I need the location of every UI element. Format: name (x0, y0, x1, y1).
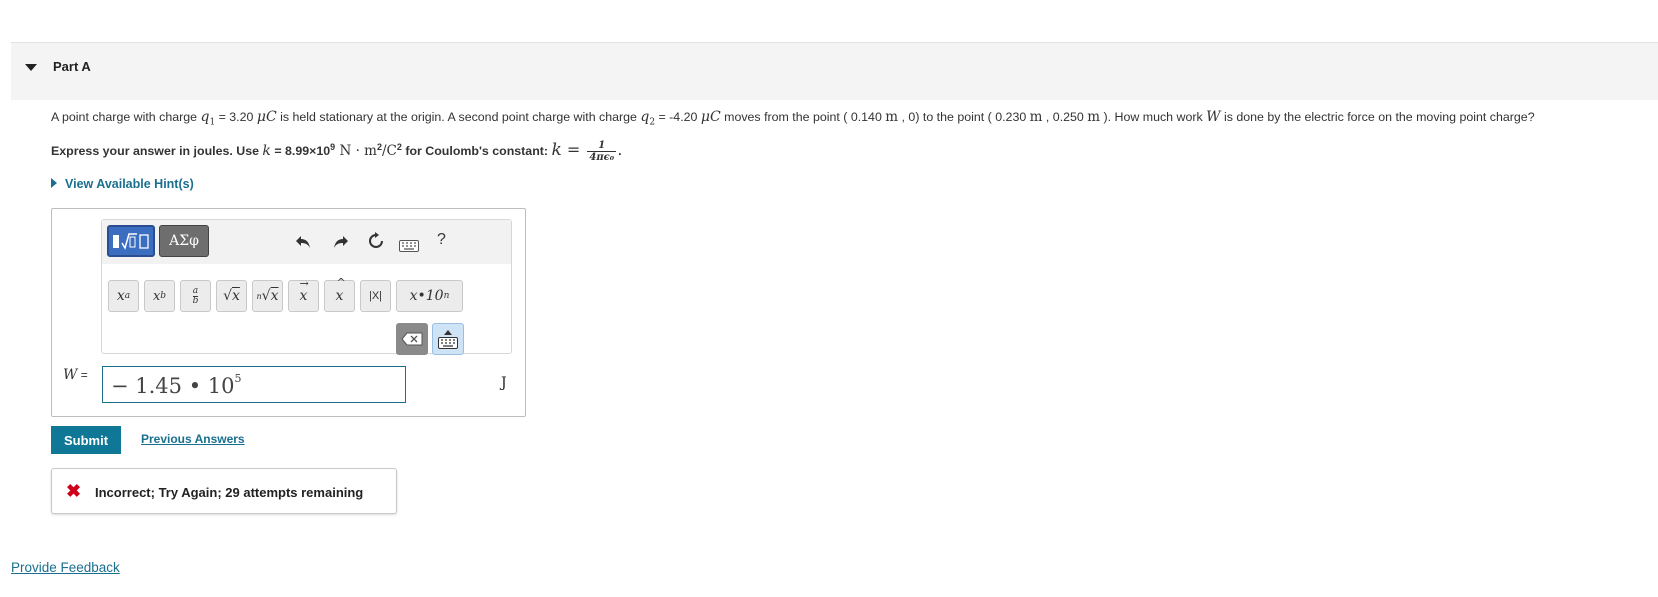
absolute-value-button[interactable]: |X| (360, 280, 391, 312)
submit-button[interactable]: Submit (51, 426, 121, 454)
feedback-message-box: ✖ Incorrect; Try Again; 29 attempts rema… (51, 468, 397, 514)
keyboard-toggle-button[interactable] (432, 323, 464, 355)
redo-icon[interactable] (333, 233, 349, 254)
coulomb-fraction: 1 4πϵ₀ (587, 140, 617, 164)
nth-root-button[interactable]: n √ x (252, 280, 283, 312)
undo-icon[interactable] (295, 233, 311, 254)
answer-variable-label: W = (63, 367, 88, 383)
part-header[interactable]: Part A (11, 42, 1658, 100)
math-toolbar: ΑΣφ ? xa xb ab √ x n √ x x → x ^ |X| x•1… (101, 219, 512, 355)
vector-button[interactable]: x → (288, 277, 319, 312)
answer-box: ΑΣφ ? xa xb ab √ x n √ x x → x ^ |X| x•1… (51, 208, 526, 417)
help-icon[interactable]: ? (437, 231, 446, 249)
unit-vector-button[interactable]: x ^ (324, 276, 355, 312)
superscript-button[interactable]: xa (108, 280, 139, 312)
provide-feedback-link[interactable]: Provide Feedback (11, 560, 120, 575)
toolbar-top: ΑΣφ ? (102, 220, 511, 264)
answer-input[interactable]: − 1.45 • 105 (102, 366, 406, 403)
feedback-message: Incorrect; Try Again; 29 attempts remain… (95, 485, 364, 500)
greek-symbols-button[interactable]: ΑΣφ (159, 225, 209, 257)
previous-answers-link[interactable]: Previous Answers (141, 432, 245, 446)
problem-statement: A point charge with charge q1 = 3.20 μC … (51, 109, 1535, 128)
math-templates-button[interactable] (107, 225, 155, 257)
view-hints-toggle[interactable]: View Available Hint(s) (51, 177, 194, 191)
templates-icon (113, 233, 149, 250)
backspace-button[interactable] (396, 323, 428, 355)
reset-icon[interactable] (367, 232, 385, 255)
scientific-notation-button[interactable]: x•10 n (396, 280, 463, 312)
fraction-button[interactable]: ab (180, 280, 211, 312)
keyboard-icon (438, 330, 458, 349)
caret-right-icon (51, 178, 57, 188)
answer-unit: J (501, 375, 507, 391)
square-root-button[interactable]: √ x (216, 280, 247, 312)
keyboard-shortcuts-icon[interactable] (399, 236, 419, 257)
caret-down-icon[interactable] (25, 64, 37, 71)
backspace-icon (401, 332, 423, 346)
instruction: Express your answer in joules. Use k = 8… (51, 140, 622, 164)
error-x-icon: ✖ (66, 481, 82, 501)
subscript-button[interactable]: xb (144, 280, 175, 312)
part-title: Part A (53, 59, 91, 74)
